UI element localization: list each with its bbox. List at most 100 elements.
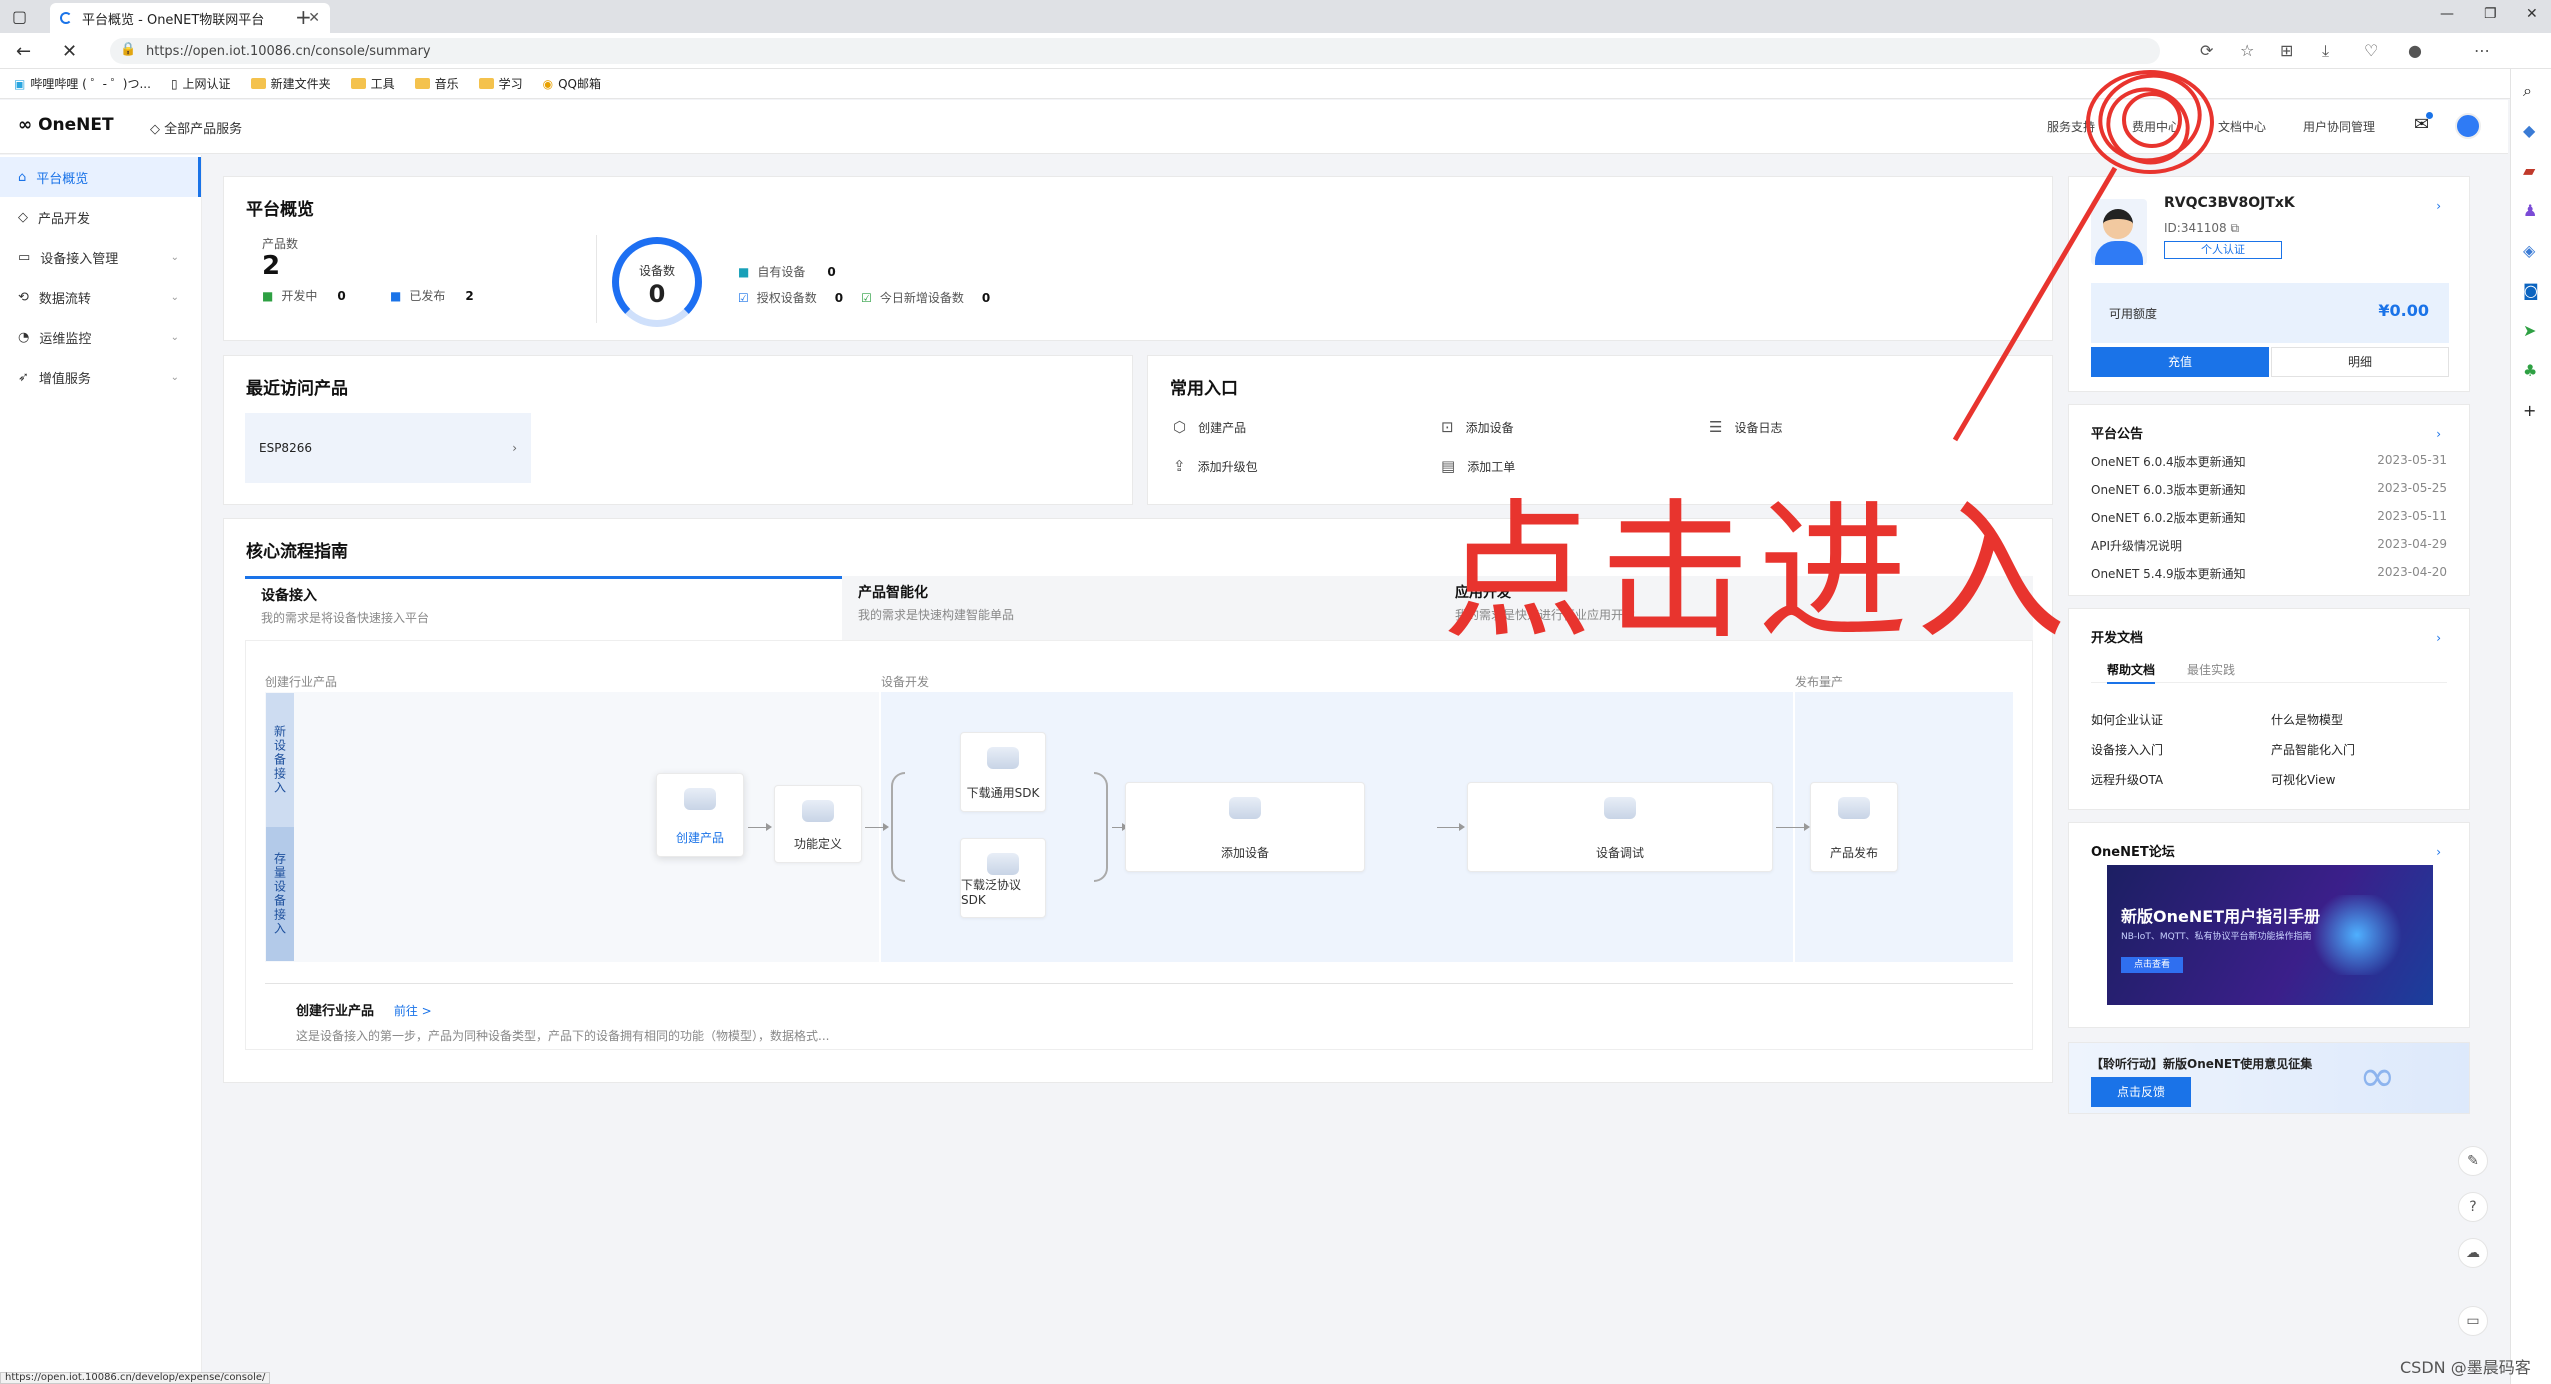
nav-user-collab[interactable]: 用户协同管理 bbox=[2303, 118, 2375, 135]
copy-icon[interactable]: ⧉ bbox=[2230, 221, 2239, 235]
tab-best-practice[interactable]: 最佳实践 bbox=[2187, 661, 2235, 678]
chevron-right-icon[interactable]: › bbox=[2436, 845, 2441, 859]
back-icon[interactable]: ← bbox=[16, 41, 31, 62]
device-icon bbox=[1229, 797, 1261, 819]
stop-loading-icon[interactable]: ✕ bbox=[62, 41, 77, 62]
shortcut-add-device[interactable]: ⊡ 添加设备 bbox=[1441, 418, 1514, 436]
node-release-product[interactable]: 产品发布 bbox=[1810, 782, 1898, 872]
notice-item[interactable]: OneNET 5.4.9版本更新通知 2023-04-20 bbox=[2091, 565, 2447, 582]
doc-link[interactable]: 可视化View bbox=[2271, 771, 2335, 788]
browser-tab[interactable]: 平台概览 - OneNET物联网平台 ✕ bbox=[50, 3, 330, 33]
search-icon[interactable]: ⌕ bbox=[2523, 81, 2532, 101]
close-window-icon[interactable]: ✕ bbox=[2526, 6, 2538, 22]
node-download-sdk[interactable]: 下载通用SDK bbox=[960, 732, 1046, 812]
shortcut-create-product[interactable]: ⬡ 创建产品 bbox=[1173, 418, 1246, 436]
step-link[interactable]: 前往 > bbox=[394, 1004, 432, 1018]
doc-link[interactable]: 什么是物模型 bbox=[2271, 711, 2343, 728]
service-icon[interactable]: ☁ bbox=[2458, 1238, 2488, 1268]
sidebar-item-value-added[interactable]: ➶ 增值服务 ⌄ bbox=[0, 357, 201, 397]
shortcut-add-upgrade[interactable]: ⇪ 添加升级包 bbox=[1173, 457, 1258, 475]
avatar[interactable] bbox=[2455, 113, 2481, 139]
sidebar-item-product-dev[interactable]: ◇ 产品开发 bbox=[0, 197, 201, 237]
node-add-device[interactable]: 添加设备 bbox=[1125, 782, 1365, 872]
verify-button[interactable]: 个人认证 bbox=[2164, 241, 2282, 259]
copilot-icon[interactable]: ◈ bbox=[2523, 241, 2535, 260]
collections-icon[interactable]: ⊞ bbox=[2280, 41, 2293, 60]
chevron-right-icon[interactable]: › bbox=[2436, 427, 2441, 441]
chevron-down-icon: ⌄ bbox=[170, 331, 179, 343]
chevron-right-icon[interactable]: › bbox=[2436, 199, 2441, 213]
tree-icon[interactable]: ♣ bbox=[2523, 361, 2537, 380]
sidebar-item-monitor[interactable]: ◔ 运维监控 ⌄ bbox=[0, 317, 201, 357]
notice-item[interactable]: API升级情况说明 2023-04-29 bbox=[2091, 537, 2447, 554]
laptop-illustration bbox=[2307, 895, 2407, 975]
recent-product-item[interactable]: ESP8266 › bbox=[245, 413, 531, 483]
node-debug-device[interactable]: 设备调试 bbox=[1467, 782, 1773, 872]
edit-icon[interactable]: ✎ bbox=[2458, 1146, 2488, 1176]
shortcut-add-ticket[interactable]: ▤ 添加工单 bbox=[1441, 457, 1515, 475]
doc-link[interactable]: 设备接入入门 bbox=[2091, 741, 2163, 758]
onenet-logo[interactable]: ∞ OneNET bbox=[18, 115, 114, 135]
downloads-icon[interactable]: ⤓ bbox=[2322, 41, 2329, 61]
help-icon[interactable]: ? bbox=[2458, 1192, 2488, 1222]
bookmark-folder-new[interactable]: 新建文件夹 bbox=[250, 75, 331, 92]
favorites-icon[interactable]: ☆ bbox=[2240, 41, 2254, 60]
bookmark-bilibili[interactable]: ▣ 哔哩哔哩 ( ゜- ゜)つ... bbox=[14, 75, 151, 92]
mail-icon[interactable]: ✉ bbox=[2414, 112, 2434, 135]
notice-item[interactable]: OneNET 6.0.4版本更新通知 2023-05-31 bbox=[2091, 453, 2447, 470]
toolbox-icon[interactable]: ▰ bbox=[2523, 161, 2535, 180]
all-services-menu[interactable]: ◇ 全部产品服务 bbox=[150, 118, 242, 137]
notice-item[interactable]: OneNET 6.0.3版本更新通知 2023-05-25 bbox=[2091, 481, 2447, 498]
more-icon[interactable]: ⋯ bbox=[2474, 41, 2490, 60]
bookmark-folder-tools[interactable]: 工具 bbox=[350, 75, 395, 92]
profile-icon[interactable]: ● bbox=[2408, 41, 2422, 60]
node-create-product[interactable]: 创建产品 bbox=[656, 773, 744, 857]
node-define-function[interactable]: 功能定义 bbox=[774, 785, 862, 863]
sidebar-item-data-flow[interactable]: ⟲ 数据流转 ⌄ bbox=[0, 277, 201, 317]
recharge-button[interactable]: 充值 bbox=[2091, 347, 2269, 377]
nav-billing[interactable]: 费用中心 bbox=[2132, 118, 2180, 135]
node-download-generic-sdk[interactable]: 下载泛协议SDK bbox=[960, 838, 1046, 918]
maximize-icon[interactable]: ❐ bbox=[2484, 6, 2497, 22]
people-icon[interactable]: ♟ bbox=[2523, 201, 2537, 220]
nav-support[interactable]: 服务支持 bbox=[2047, 118, 2095, 135]
tab-device-access[interactable]: 设备接入 我的需求是将设备快速接入平台 bbox=[245, 576, 842, 640]
shortcut-device-log[interactable]: ☰ 设备日志 bbox=[1709, 418, 1782, 436]
account-card: RVQC3BV8OJTxK ID:341108 ⧉ 个人认证 › 可用额度 ¥0… bbox=[2068, 176, 2470, 392]
doc-link[interactable]: 远程升级OTA bbox=[2091, 771, 2163, 788]
sidebar-item-device-access[interactable]: ▭ 设备接入管理 ⌄ bbox=[0, 237, 201, 277]
tab-product-smart[interactable]: 产品智能化 我的需求是快速构建智能单品 bbox=[842, 576, 1439, 640]
bookmark-login[interactable]: ▯ 上网认证 bbox=[171, 75, 231, 92]
send-icon[interactable]: ➤ bbox=[2523, 321, 2536, 340]
strip-new-device[interactable]: 新设备接入 bbox=[266, 693, 294, 827]
bookmark-folder-study[interactable]: 学习 bbox=[478, 75, 523, 92]
tab-help-docs[interactable]: 帮助文档 bbox=[2107, 661, 2156, 684]
browser-essentials-icon[interactable]: ♡ bbox=[2364, 41, 2378, 60]
outlook-icon[interactable]: ◙ bbox=[2523, 281, 2539, 300]
strip-legacy-device[interactable]: 存量设备接入 bbox=[266, 827, 294, 961]
lock-icon: 🔒 bbox=[120, 42, 137, 57]
nav-docs[interactable]: 文档中心 bbox=[2218, 118, 2266, 135]
bookmark-qqmail[interactable]: ◉ QQ邮箱 bbox=[543, 75, 601, 92]
feedback-card: 【聆听行动】新版OneNET使用意见征集 点击反馈 ∞ bbox=[2068, 1042, 2470, 1114]
notice-item[interactable]: OneNET 6.0.2版本更新通知 2023-05-11 bbox=[2091, 509, 2447, 526]
new-tab-button[interactable]: + bbox=[295, 5, 312, 29]
brace-right bbox=[1094, 772, 1108, 882]
tag-icon[interactable]: ◆ bbox=[2523, 121, 2535, 140]
extensions-icon[interactable]: ⟳ bbox=[2200, 41, 2213, 60]
collapse-icon[interactable]: ▭ bbox=[2458, 1306, 2488, 1336]
add-icon[interactable]: + bbox=[2523, 401, 2536, 420]
tab-actions-icon[interactable]: ▢ bbox=[12, 7, 27, 26]
doc-link[interactable]: 如何企业认证 bbox=[2091, 711, 2163, 728]
notices-title: 平台公告 bbox=[2091, 427, 2144, 442]
detail-button[interactable]: 明细 bbox=[2271, 347, 2449, 377]
forum-banner[interactable]: 新版OneNET用户指引手册 NB-IoT、MQTT、私有协议平台新功能操作指南… bbox=[2107, 865, 2433, 1005]
sidebar-item-overview[interactable]: ⌂ 平台概览 bbox=[0, 157, 201, 197]
bookmark-folder-music[interactable]: 音乐 bbox=[414, 75, 459, 92]
chevron-right-icon[interactable]: › bbox=[2436, 631, 2441, 645]
banner-button[interactable]: 点击查看 bbox=[2121, 957, 2183, 973]
feedback-button[interactable]: 点击反馈 bbox=[2091, 1077, 2191, 1107]
doc-link[interactable]: 产品智能化入门 bbox=[2271, 741, 2355, 758]
url-field[interactable]: 🔒 https://open.iot.10086.cn/console/summ… bbox=[110, 38, 2160, 64]
minimize-icon[interactable]: — bbox=[2440, 6, 2454, 22]
